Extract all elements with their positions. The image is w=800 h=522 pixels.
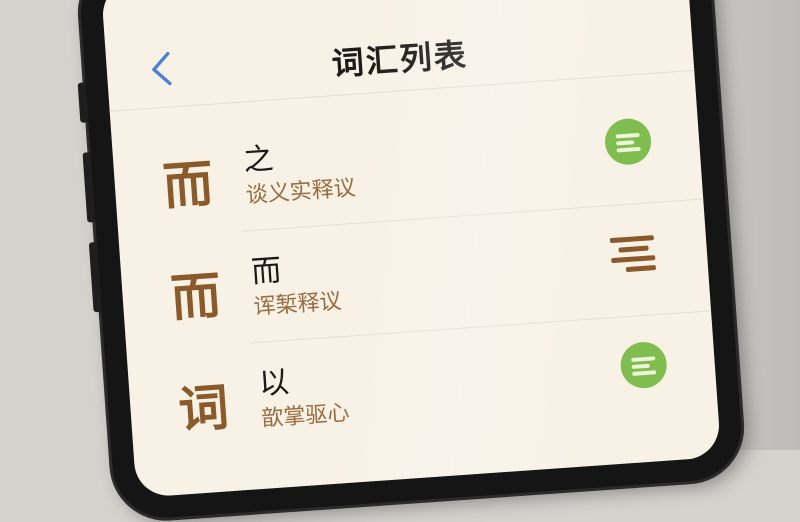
vocab-subtitle: 诨椠释议 <box>252 289 343 321</box>
vocab-char: 而 <box>168 266 223 328</box>
vocab-subtitle: 歆掌驱心 <box>260 400 351 432</box>
list-badge-icon[interactable] <box>603 117 653 167</box>
phone-side-button <box>77 82 89 123</box>
vocab-char: 而 <box>161 154 216 217</box>
phone-volume-button <box>88 241 102 313</box>
phone-volume-button <box>82 152 96 223</box>
phone-frame: 词汇列表 而 之 谈义实释议 而 而 诨椠释议 词 以 歆掌驱心 <box>77 0 745 522</box>
list-lines-icon[interactable] <box>609 231 662 274</box>
vocab-char: 词 <box>176 378 231 440</box>
page-title: 词汇列表 <box>330 35 469 84</box>
app-screen: 词汇列表 而 之 谈义实释议 而 而 诨椠释议 词 以 歆掌驱心 <box>100 0 722 498</box>
vocab-word: 之 <box>242 141 275 179</box>
vocab-subtitle: 谈义实释议 <box>245 175 357 209</box>
list-badge-icon[interactable] <box>619 340 669 390</box>
vocab-word: 以 <box>257 364 291 402</box>
vocab-word: 而 <box>250 253 283 291</box>
